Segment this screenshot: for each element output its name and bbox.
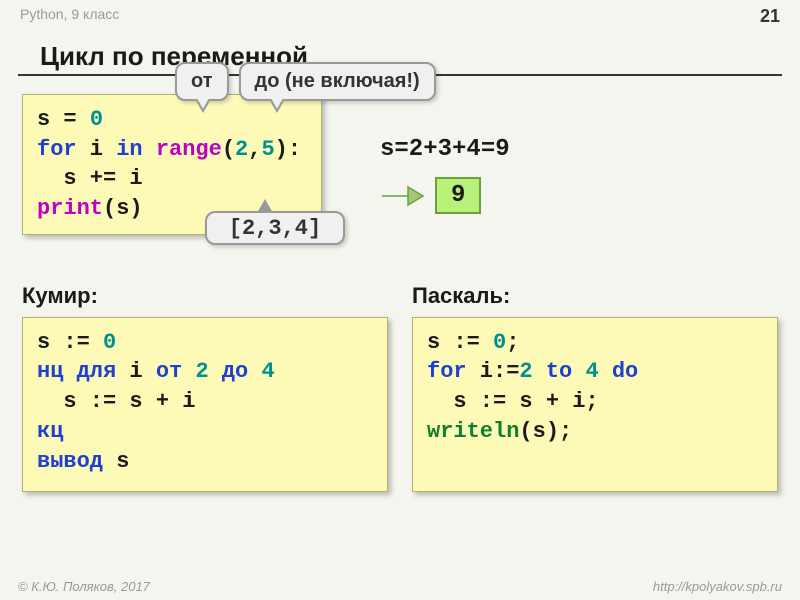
arrow-icon xyxy=(380,181,425,211)
page-number: 21 xyxy=(760,6,780,27)
copyright: © К.Ю. Поляков, 2017 xyxy=(18,579,150,594)
content-area: от до (не включая!) s = 0 for i in range… xyxy=(0,76,800,510)
callout-list-text: [2,3,4] xyxy=(229,216,321,241)
footer-url: http://kpolyakov.spb.ru xyxy=(653,579,782,594)
equation: s=2+3+4=9 xyxy=(380,136,510,163)
callout-to-text: до (не включая!) xyxy=(255,70,420,92)
callout-from: от xyxy=(175,62,229,101)
result-value: 9 xyxy=(435,177,481,214)
header: Python, 9 класс 21 xyxy=(0,0,800,31)
kumir-title: Кумир: xyxy=(22,283,388,309)
course-label: Python, 9 класс xyxy=(20,6,119,27)
pascal-title: Паскаль: xyxy=(412,283,778,309)
result-area: s=2+3+4=9 9 xyxy=(380,136,510,214)
pascal-code: s := 0; for i:=2 to 4 do s := s + i; wri… xyxy=(412,317,778,492)
result-row: 9 xyxy=(380,177,510,214)
callout-to: до (не включая!) xyxy=(239,62,436,101)
callout-from-text: от xyxy=(191,70,213,92)
callout-list: [2,3,4] xyxy=(205,211,345,245)
callout-row: от до (не включая!) xyxy=(175,62,436,101)
pascal-column: Паскаль: s := 0; for i:=2 to 4 do s := s… xyxy=(412,283,778,492)
kumir-column: Кумир: s := 0 нц для i от 2 до 4 s := s … xyxy=(22,283,388,492)
footer: © К.Ю. Поляков, 2017 http://kpolyakov.sp… xyxy=(0,579,800,594)
bottom-row: Кумир: s := 0 нц для i от 2 до 4 s := s … xyxy=(22,283,778,492)
kumir-code: s := 0 нц для i от 2 до 4 s := s + i кц … xyxy=(22,317,388,492)
